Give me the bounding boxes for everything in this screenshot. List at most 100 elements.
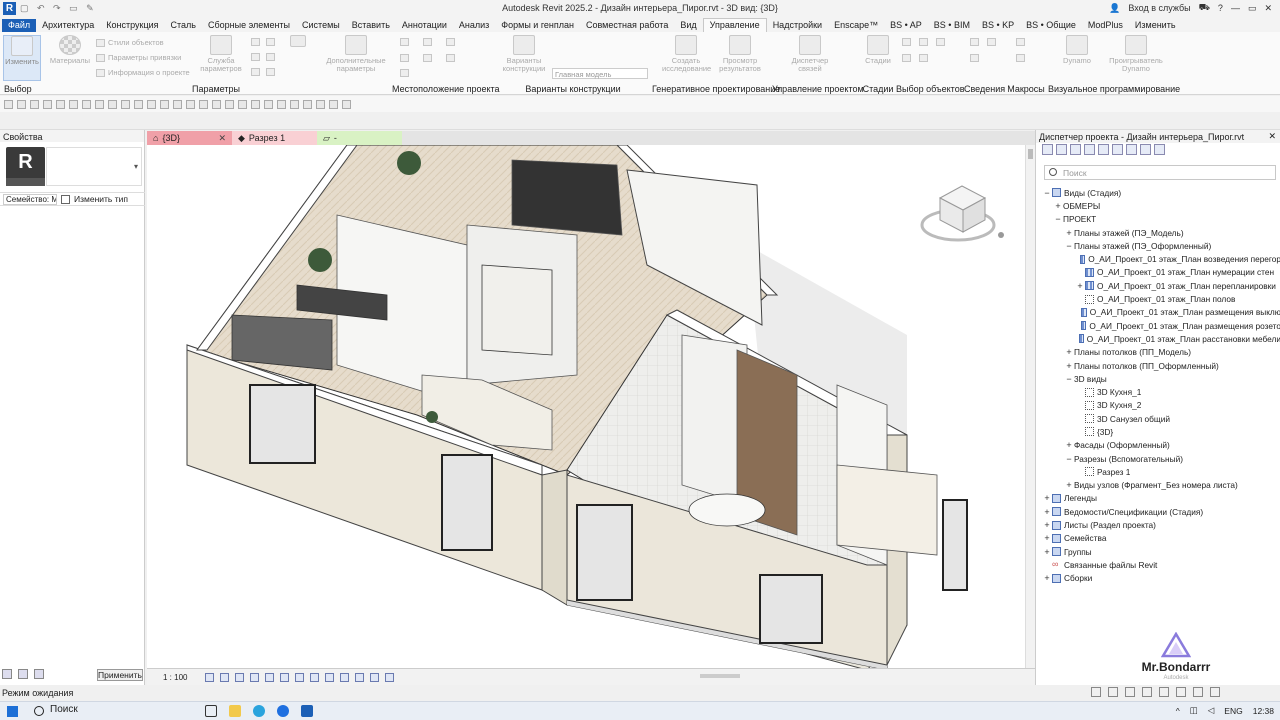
toolbar-icon[interactable] [316, 99, 325, 109]
inquiry-tools[interactable] [970, 38, 996, 46]
location-tools-2[interactable] [400, 54, 455, 62]
tree-node[interactable]: + Семейства [1036, 532, 1280, 545]
volume-icon[interactable]: ◁ [1208, 705, 1215, 716]
dynamo-player-button[interactable]: Проигрыватель Dynamo [1104, 35, 1168, 73]
close-button[interactable]: ✕ [1264, 3, 1272, 14]
toolbar-icon[interactable] [17, 99, 26, 109]
tab-section-1[interactable]: ◆ Разрез 1 [232, 131, 317, 145]
edit-type-icon[interactable] [61, 194, 70, 204]
tree-node[interactable]: + ОБМЕРЫ [1036, 199, 1280, 212]
sun-path-icon[interactable] [235, 672, 245, 682]
toolbar-icon[interactable] [147, 99, 156, 109]
expand-icon[interactable]: + [1064, 480, 1074, 490]
sign-in-button[interactable]: Вход в службы [1128, 3, 1190, 13]
user-icon[interactable]: 👤 [1109, 3, 1120, 14]
phases-button[interactable]: Стадии [863, 35, 893, 65]
visual-style-icon[interactable] [220, 672, 230, 682]
ribbon-tab[interactable]: Сталь [165, 19, 202, 32]
links-manager-button[interactable]: Диспетчер связей [786, 35, 834, 73]
browser-tool-icon[interactable] [1098, 144, 1109, 155]
fill-tools[interactable] [286, 35, 310, 49]
toolbar-icon[interactable] [43, 99, 52, 109]
tree-node[interactable]: О_АИ_Проект_01 этаж_План размещения розе… [1036, 319, 1280, 332]
design-options-icon[interactable] [1108, 687, 1118, 697]
maximize-button[interactable]: ▭ [1248, 3, 1257, 14]
expand-icon[interactable]: + [1042, 573, 1052, 583]
location-tools[interactable] [400, 38, 455, 46]
snaps-button[interactable]: Параметры привязки [96, 53, 181, 62]
selection-tools-2[interactable] [902, 54, 928, 62]
close-icon[interactable]: ✕ [218, 133, 226, 144]
tree-node[interactable]: 3D Санузел общий [1036, 412, 1280, 425]
ribbon-tab[interactable]: Совместная работа [580, 19, 674, 32]
materials-button[interactable]: Материалы [48, 35, 92, 65]
render-icon[interactable] [265, 672, 275, 682]
lock-view-icon[interactable] [310, 672, 320, 682]
tree-node[interactable]: + Фасады (Оформленный) [1036, 439, 1280, 452]
main-model-select[interactable]: Главная модель [552, 68, 648, 79]
ribbon-tab[interactable]: Вид [674, 19, 702, 32]
ribbon-tab[interactable]: Системы [296, 19, 346, 32]
worksets-icon[interactable] [1091, 687, 1101, 697]
network-icon[interactable]: ◫ [1190, 705, 1198, 716]
expand-icon[interactable]: + [1075, 281, 1085, 291]
expand-icon[interactable]: + [1042, 520, 1052, 530]
browser-tool-icon[interactable] [1084, 144, 1095, 155]
view-scale[interactable]: 1 : 100 [163, 673, 187, 682]
browser-tool-icon[interactable] [1112, 144, 1123, 155]
faces-icon[interactable] [1176, 687, 1186, 697]
close-icon[interactable]: ✕ [1268, 131, 1276, 142]
collapse-icon[interactable]: − [1053, 214, 1063, 224]
toolbar-icon[interactable] [290, 99, 299, 109]
toolbar-icon[interactable] [134, 99, 143, 109]
toolbar-icon[interactable] [329, 99, 338, 109]
position-tool[interactable] [400, 69, 409, 77]
vertical-scrollbar[interactable] [1025, 145, 1035, 668]
toolbar-icon[interactable] [30, 99, 39, 109]
toolbar-icon[interactable] [121, 99, 130, 109]
language-indicator[interactable]: ENG [1224, 706, 1242, 716]
browser-tool-icon[interactable] [1126, 144, 1137, 155]
family-filter-select[interactable]: Семейство: Ма [3, 193, 57, 205]
minimize-button[interactable]: — [1231, 3, 1240, 13]
toolbar-icon[interactable] [186, 99, 195, 109]
ribbon-tab[interactable]: Изменить [1129, 19, 1182, 32]
expand-icon[interactable]: + [1064, 440, 1074, 450]
browser-tool-icon[interactable] [1154, 144, 1165, 155]
tree-node[interactable]: + О_АИ_Проект_01 этаж_План перепланировки [1036, 279, 1280, 292]
ribbon-tab[interactable]: BS • AP [884, 19, 928, 32]
edit-type-button[interactable]: Изменить тип [74, 194, 128, 204]
tree-node[interactable]: + Планы этажей (ПЭ_Модель) [1036, 226, 1280, 239]
object-styles-button[interactable]: Стили объектов [96, 38, 164, 47]
expand-icon[interactable]: + [1064, 347, 1074, 357]
panel-label-select[interactable]: Выбор [0, 84, 44, 94]
shadows-icon[interactable] [250, 672, 260, 682]
toolbar-icon[interactable] [225, 99, 234, 109]
ribbon-tab[interactable]: BS • KP [976, 19, 1020, 32]
tree-node[interactable]: + Легенды [1036, 492, 1280, 505]
3d-viewport[interactable] [147, 145, 1025, 668]
browser-search-input[interactable]: Поиск [1044, 165, 1276, 180]
collapse-icon[interactable]: − [1064, 241, 1074, 251]
windows-start-icon[interactable] [7, 706, 18, 717]
create-study-button[interactable]: Создать исследование [662, 35, 711, 73]
sort-icon[interactable] [18, 669, 28, 679]
tree-node[interactable]: + Планы потолков (ПП_Модель) [1036, 346, 1280, 359]
toolbar-icon[interactable] [277, 99, 286, 109]
inquiry-tools-2[interactable] [970, 54, 979, 62]
tab-new[interactable]: ▱ - [317, 131, 402, 145]
expand-icon[interactable]: + [1042, 547, 1052, 557]
tree-node[interactable]: О_АИ_Проект_01 этаж_План размещения выкл… [1036, 306, 1280, 319]
toolbar-icon[interactable] [212, 99, 221, 109]
macro-tools-2[interactable] [1016, 54, 1025, 62]
properties-help-icon[interactable] [2, 669, 12, 679]
toolbar-icon[interactable] [69, 99, 78, 109]
toolbar-icon[interactable] [108, 99, 117, 109]
toolbar-icon[interactable] [238, 99, 247, 109]
sort-desc-icon[interactable] [34, 669, 44, 679]
expand-icon[interactable]: + [1064, 228, 1074, 238]
tree-node[interactable]: + Планы потолков (ПП_Оформленный) [1036, 359, 1280, 372]
toolbar-icon[interactable] [342, 99, 351, 109]
horizontal-scrollbar[interactable] [700, 674, 740, 678]
analytical-icon[interactable] [370, 672, 380, 682]
